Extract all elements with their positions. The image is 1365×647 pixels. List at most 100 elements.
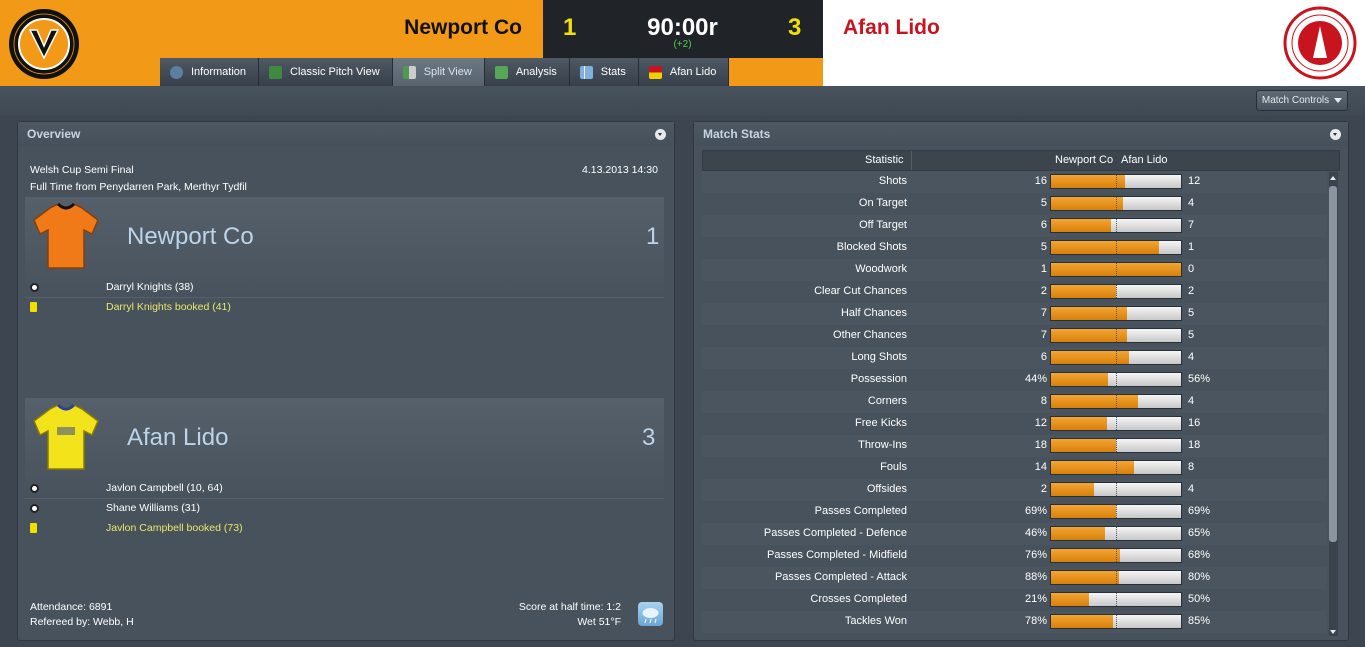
yellow-card-icon [30,523,37,533]
toolbar-strip [0,86,1365,116]
column-header-away[interactable]: Afan Lido [1121,154,1167,166]
info-icon [170,65,183,79]
away-score: 3 [788,14,802,41]
home-goal-event[interactable]: Darryl Knights (38) [30,281,194,293]
away-booking-event[interactable]: Javlon Campbell booked (73) [30,522,243,534]
tab-information[interactable]: Information [160,58,260,86]
match-stats-title: Match Stats [703,127,771,141]
stat-label: Passes Completed - Defence [763,527,907,539]
stat-label: Off Target [859,219,907,231]
orange-kit-icon [33,202,99,269]
stat-comparison-bar [1050,262,1182,277]
stat-row: Half Chances 7 5 [702,303,1327,325]
stat-comparison-bar [1050,548,1182,563]
stat-row: Offsides 2 4 [702,479,1327,501]
away-team-score: 3 [642,424,656,451]
stat-away-value: 69% [1188,505,1211,517]
tab-label: Afan Lido [669,66,717,78]
stat-comparison-bar [1050,438,1182,453]
tab-classic-pitch-view[interactable]: Classic Pitch View [259,58,393,86]
stat-comparison-bar [1050,174,1182,189]
stat-label: Passes Completed [814,505,907,517]
stat-comparison-bar [1050,504,1182,519]
chevron-down-icon [1334,98,1343,103]
stat-home-share-fill [1051,439,1116,452]
tab-split-view[interactable]: Split View [392,58,485,86]
stat-away-value: 56% [1188,373,1211,385]
stat-label: Other Chances [833,329,907,341]
stat-bar-midline [1116,439,1117,452]
column-header-home[interactable]: Newport Co [1055,154,1113,166]
afan-lido-crest-icon[interactable] [1283,6,1357,80]
home-team-title[interactable]: Newport Co [127,223,254,251]
analysis-icon [494,65,508,79]
chevron-down-icon[interactable] [655,129,666,140]
column-divider [911,151,912,170]
stat-home-share-fill [1051,197,1123,210]
stat-away-value: 68% [1188,549,1211,561]
stat-home-share-fill [1051,615,1113,628]
stat-bar-midline [1116,571,1117,584]
divider [25,297,664,298]
stat-label: Woodwork [855,263,907,275]
stats-table-header: Statistic Newport Co Afan Lido [702,150,1340,171]
stat-label: Passes Completed - Midfield [766,549,907,561]
stat-row: Passes Completed - Midfield 76% 68% [702,545,1327,567]
stat-label: Blocked Shots [836,241,907,253]
stats-icon [579,65,593,79]
ball-icon [30,503,39,513]
stat-bar-midline [1116,593,1117,606]
away-team-name[interactable]: Afan Lido [843,16,940,40]
stat-home-share-fill [1051,527,1105,540]
stat-label: Possession [850,373,907,385]
stoppage-time: (+2) [673,39,692,50]
stat-bar-midline [1116,395,1117,408]
match-controls-dropdown[interactable]: Match Controls [1256,90,1348,111]
yellow-kit-icon [33,403,99,470]
stat-row: Possession 44% 56% [702,369,1327,391]
stat-home-share-fill [1051,241,1159,254]
stat-home-value: 88% [1024,571,1047,583]
stat-row: Long Shots 6 4 [702,347,1327,369]
stat-away-value: 85% [1188,615,1211,627]
stat-home-value: 18 [1034,439,1047,451]
home-booking-event[interactable]: Darryl Knights booked (41) [30,301,231,313]
tab-afan-lido[interactable]: Afan Lido [638,58,730,86]
split-view-icon [402,65,416,79]
stat-bar-midline [1116,373,1117,386]
away-goal-event[interactable]: Javlon Campbell (10, 64) [30,482,223,494]
event-text: Darryl Knights booked (41) [106,301,231,313]
away-team-title[interactable]: Afan Lido [127,424,228,452]
stat-home-value: 7 [1040,307,1047,319]
scroll-up-arrow[interactable] [1330,176,1336,180]
half-time-score: Score at half time: 1:2 [518,601,621,613]
stat-home-share-fill [1051,417,1107,430]
tab-stats[interactable]: Stats [569,58,639,86]
yellow-card-icon [30,302,37,312]
stat-home-share-fill [1051,483,1094,496]
away-goal-event[interactable]: Shane Williams (31) [30,502,200,514]
stat-comparison-bar [1050,570,1182,585]
pitch-icon [269,65,283,79]
stat-bar-midline [1116,461,1117,474]
stat-comparison-bar [1050,240,1182,255]
stat-home-share-fill [1051,395,1138,408]
scrollbar-thumb[interactable] [1329,186,1337,542]
stat-home-share-fill [1051,219,1111,232]
stat-row: Fouls 14 8 [702,457,1327,479]
stat-away-value: 1 [1188,241,1195,253]
chevron-down-icon[interactable] [1330,129,1341,140]
weather-text: Wet 51°F [577,616,621,628]
home-team-name[interactable]: Newport Co [360,16,522,40]
newport-county-crest-icon[interactable] [8,8,80,80]
stat-bar-midline [1116,549,1117,562]
tab-label: Stats [600,66,626,78]
home-score: 1 [563,14,577,41]
tab-analysis[interactable]: Analysis [484,58,570,86]
event-text: Shane Williams (31) [106,502,200,514]
column-header-statistic[interactable]: Statistic [865,154,904,166]
stat-comparison-bar [1050,460,1182,475]
competition-name: Welsh Cup Semi Final [30,164,134,176]
stat-row: Clear Cut Chances 2 2 [702,281,1327,303]
scroll-down-arrow[interactable] [1330,630,1336,634]
